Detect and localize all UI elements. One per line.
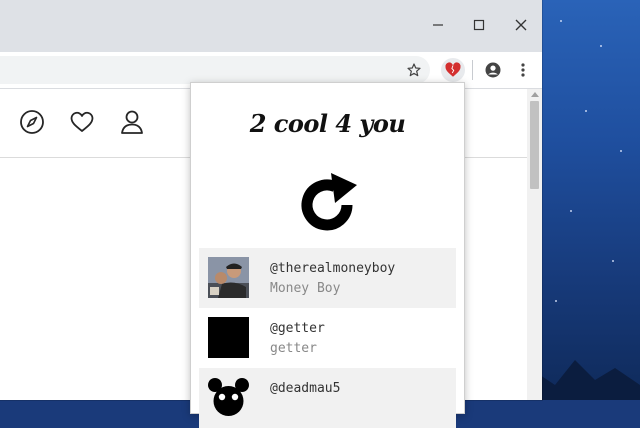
extension-heart-icon[interactable] xyxy=(441,58,465,82)
refresh-icon[interactable] xyxy=(291,169,363,241)
heart-icon[interactable] xyxy=(69,109,95,135)
user-handle: @getter xyxy=(270,321,325,336)
scroll-up-arrow-icon[interactable] xyxy=(531,92,539,97)
popup-title: 2 cool 4 you xyxy=(249,109,406,138)
extension-popup: 2 cool 4 you @therealmoneyboy Money Boy … xyxy=(190,82,465,428)
star-icon[interactable] xyxy=(403,59,425,81)
user-name: Money Boy xyxy=(270,281,341,296)
close-icon[interactable] xyxy=(508,14,534,36)
menu-icon[interactable] xyxy=(512,59,534,81)
minimize-icon[interactable] xyxy=(425,14,451,36)
account-icon[interactable] xyxy=(482,59,504,81)
user-name: getter xyxy=(270,341,317,356)
page-scrollbar[interactable] xyxy=(527,89,542,400)
user-handle: @therealmoneyboy xyxy=(270,261,396,276)
address-bar[interactable] xyxy=(0,56,430,84)
profile-icon[interactable] xyxy=(119,109,145,135)
list-item[interactable]: @getter getter xyxy=(199,308,456,368)
user-handle: @deadmau5 xyxy=(270,381,341,396)
title-bar xyxy=(0,0,542,52)
avatar xyxy=(208,317,249,358)
avatar xyxy=(208,377,249,418)
scroll-thumb[interactable] xyxy=(530,101,539,189)
avatar xyxy=(208,257,249,298)
list-item[interactable]: @deadmau5 xyxy=(199,368,456,428)
explore-icon[interactable] xyxy=(19,109,45,135)
maximize-icon[interactable] xyxy=(466,14,492,36)
list-item[interactable]: @therealmoneyboy Money Boy xyxy=(199,248,456,308)
toolbar-separator xyxy=(472,60,473,80)
